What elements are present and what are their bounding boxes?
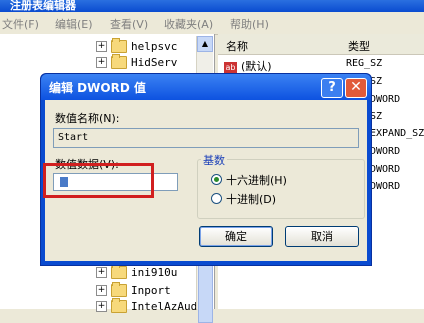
decimal-radio[interactable] bbox=[211, 193, 222, 204]
list-item[interactable]: ab (默认) REG_SZ bbox=[218, 58, 424, 74]
help-button[interactable]: ? bbox=[321, 78, 343, 98]
scroll-up-icon[interactable]: ▲ bbox=[197, 36, 213, 52]
tree-item-label: Inport bbox=[131, 283, 171, 297]
menu-help[interactable]: 帮助(H) bbox=[230, 16, 269, 32]
column-name-header[interactable]: 名称 bbox=[226, 38, 248, 54]
registry-titlebar: 注册表编辑器 bbox=[0, 0, 424, 12]
tree-item[interactable]: + Inport bbox=[96, 281, 171, 298]
value-type: DWORD bbox=[370, 181, 401, 192]
menu-bar: 文件(F) 编辑(E) 查看(V) 收藏夹(A) 帮助(H) bbox=[0, 12, 424, 35]
cancel-button[interactable]: 取消 bbox=[285, 226, 359, 247]
tree-item[interactable]: + HidServ bbox=[96, 53, 178, 70]
folder-icon bbox=[111, 263, 127, 279]
base-groupbox-title: 基数 bbox=[201, 152, 227, 168]
hex-radio[interactable] bbox=[211, 174, 222, 185]
tree-item-label: helpsvc bbox=[131, 39, 178, 53]
menu-file[interactable]: 文件(F) bbox=[2, 16, 39, 32]
value-type: EXPAND_SZ bbox=[370, 128, 424, 139]
tree-item[interactable]: + helpsvc bbox=[96, 37, 178, 54]
menu-favorites[interactable]: 收藏夹(A) bbox=[164, 16, 213, 32]
value-name-text: Start bbox=[58, 132, 89, 143]
expand-icon[interactable]: + bbox=[96, 40, 107, 52]
menu-edit[interactable]: 编辑(E) bbox=[55, 16, 93, 32]
scroll-thumb[interactable] bbox=[198, 261, 213, 323]
expand-icon[interactable]: + bbox=[96, 300, 107, 312]
list-header: 名称 类型 bbox=[218, 34, 424, 55]
value-type: REG_SZ bbox=[346, 58, 383, 69]
dialog-title: 编辑 DWORD 值 bbox=[49, 81, 146, 95]
ok-button[interactable]: 确定 bbox=[199, 226, 273, 247]
menu-view[interactable]: 查看(V) bbox=[110, 16, 148, 32]
value-name-field: Start bbox=[53, 128, 359, 148]
hex-radio-label[interactable]: 十六进制(H) bbox=[226, 172, 287, 188]
expand-icon[interactable]: + bbox=[96, 266, 107, 278]
tree-item-label: ini910u bbox=[131, 265, 178, 279]
string-value-icon: ab bbox=[224, 61, 237, 73]
decimal-radio-label[interactable]: 十进制(D) bbox=[226, 191, 276, 207]
close-button[interactable]: ✕ bbox=[345, 78, 367, 98]
dialog-titlebar[interactable]: 编辑 DWORD 值 ? ✕ bbox=[41, 74, 371, 100]
column-type-header[interactable]: 类型 bbox=[348, 38, 370, 54]
base-groupbox bbox=[197, 159, 365, 219]
tree-item-label: HidServ bbox=[131, 55, 178, 69]
tree-item[interactable]: + ini910u bbox=[96, 263, 178, 280]
folder-icon bbox=[111, 281, 127, 297]
value-type: DWORD bbox=[370, 94, 401, 105]
folder-icon bbox=[111, 53, 127, 69]
expand-icon[interactable]: + bbox=[96, 284, 107, 296]
annotation-highlight-box bbox=[43, 163, 154, 198]
value-name: (默认) bbox=[241, 60, 272, 73]
tree-item[interactable]: + IntelAzAudi bbox=[96, 297, 204, 314]
expand-icon[interactable]: + bbox=[96, 56, 107, 68]
folder-icon bbox=[111, 297, 127, 313]
value-name-label: 数值名称(N): bbox=[55, 112, 120, 125]
value-type: DWORD bbox=[370, 146, 401, 157]
tree-item-label: IntelAzAudi bbox=[131, 299, 204, 313]
value-type: DWORD bbox=[370, 164, 401, 175]
folder-icon bbox=[111, 37, 127, 53]
